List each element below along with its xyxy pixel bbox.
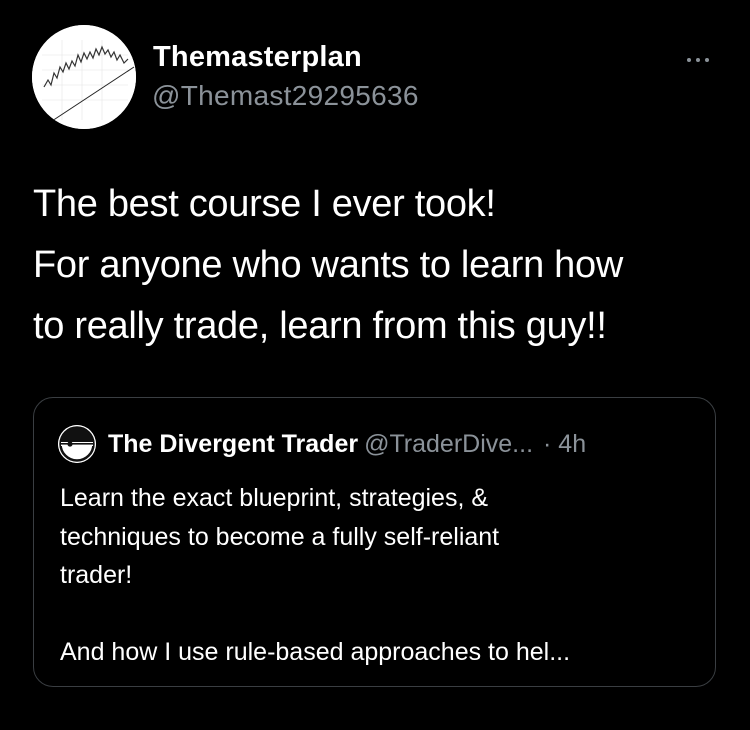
quoted-text-line: And how I use rule-based approaches to h… [60, 638, 571, 666]
quoted-author-handle[interactable]: @TraderDive... [364, 430, 533, 458]
quoted-text-line: Learn the exact blueprint, strategies, & [60, 484, 489, 512]
tweet-text-line: For anyone who wants to learn how [33, 244, 623, 286]
quoted-tweet-text: Learn the exact blueprint, strategies, &… [60, 479, 700, 672]
tweet-container: Themasterplan @Themast29295636 The best … [0, 0, 750, 730]
quoted-author-avatar [58, 425, 96, 463]
quoted-author-name[interactable]: The Divergent Trader [108, 430, 358, 458]
author-display-name[interactable]: Themasterplan [153, 41, 362, 74]
author-avatar[interactable] [32, 25, 136, 129]
quoted-tweet-header: The Divergent Trader @TraderDive... · 4h [108, 428, 586, 460]
tweet-text-line: to really trade, learn from this guy!! [33, 305, 607, 347]
tweet-text: The best course I ever took! For anyone … [33, 174, 723, 357]
author-handle[interactable]: @Themast29295636 [152, 80, 419, 112]
more-options-icon[interactable] [678, 50, 718, 70]
divergent-logo-icon [58, 425, 96, 463]
stock-chart-avatar-icon [32, 25, 136, 129]
tweet-text-line: The best course I ever took! [33, 183, 496, 225]
quoted-text-line: techniques to become a fully self-relian… [60, 522, 500, 551]
quoted-tweet-timestamp[interactable]: · 4h [543, 430, 586, 458]
quoted-text-line: trader! [60, 561, 133, 589]
quoted-tweet-card[interactable]: The Divergent Trader @TraderDive... · 4h L… [33, 397, 716, 687]
